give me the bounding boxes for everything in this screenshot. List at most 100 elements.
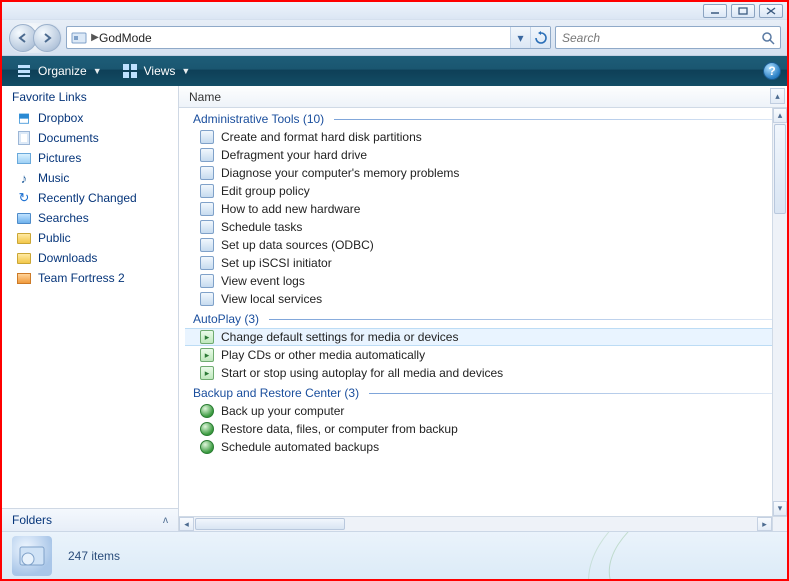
folder-icon: [16, 270, 32, 286]
sidebar-item-label: Documents: [38, 131, 99, 145]
list-item[interactable]: Play CDs or other media automatically: [185, 346, 772, 364]
address-dropdown-button[interactable]: ▾: [510, 27, 530, 48]
sidebar-item-documents[interactable]: Documents: [2, 128, 178, 148]
views-button[interactable]: Views ▼: [114, 60, 199, 82]
vertical-scrollbar[interactable]: ▴ ▾: [772, 108, 787, 516]
scroll-track[interactable]: [773, 215, 787, 501]
list[interactable]: Administrative Tools (10) Create and form…: [179, 108, 772, 516]
sidebar-item-music[interactable]: ♪Music: [2, 168, 178, 188]
search-icon: [761, 31, 776, 45]
scroll-up-button[interactable]: ▴: [770, 88, 785, 104]
scroll-thumb[interactable]: [774, 124, 786, 214]
control-panel-icon: [199, 165, 215, 181]
sidebar-item-label: Searches: [38, 211, 89, 225]
control-panel-icon: [199, 147, 215, 163]
list-item[interactable]: Set up data sources (ODBC): [185, 236, 772, 254]
organize-button[interactable]: Organize ▼: [8, 60, 110, 82]
scroll-right-icon[interactable]: ▸: [757, 517, 772, 531]
control-panel-icon: [199, 201, 215, 217]
search-input[interactable]: [560, 30, 761, 46]
folder-icon: [16, 230, 32, 246]
control-panel-icon: [199, 237, 215, 253]
favorite-links-header: Favorite Links: [2, 86, 178, 106]
scroll-thumb[interactable]: [195, 518, 345, 530]
list-item[interactable]: Defragment your hard drive: [185, 146, 772, 164]
list-item[interactable]: Change default settings for media or dev…: [185, 328, 772, 346]
control-panel-icon: [199, 129, 215, 145]
list-item[interactable]: Diagnose your computer's memory problems: [185, 164, 772, 182]
control-panel-icon: [199, 255, 215, 271]
sidebar-item-label: Team Fortress 2: [38, 271, 125, 285]
backup-icon: [199, 439, 215, 455]
group-title: Administrative Tools (10): [193, 112, 324, 126]
list-area: Administrative Tools (10) Create and form…: [179, 108, 787, 531]
horizontal-scrollbar[interactable]: ◂ ▸: [179, 516, 772, 531]
scroll-track[interactable]: [346, 517, 757, 531]
autoplay-icon: [199, 365, 215, 381]
list-item-label: Play CDs or other media automatically: [221, 348, 425, 362]
autoplay-icon: [199, 347, 215, 363]
sidebar-item-searches[interactable]: Searches: [2, 208, 178, 228]
sidebar-item-label: Pictures: [38, 151, 81, 165]
chevron-down-icon: ▼: [93, 66, 102, 76]
sidebar-item-dropbox[interactable]: ⬒Dropbox: [2, 108, 178, 128]
command-bar: Organize ▼ Views ▼ ?: [2, 56, 787, 86]
scroll-down-icon[interactable]: ▾: [773, 501, 787, 516]
search-box[interactable]: [555, 26, 781, 49]
sidebar-item-label: Recently Changed: [38, 191, 137, 205]
list-item[interactable]: Schedule tasks: [185, 218, 772, 236]
help-button[interactable]: ?: [763, 62, 781, 80]
sidebar-item-public[interactable]: Public: [2, 228, 178, 248]
backup-icon: [199, 403, 215, 419]
list-item-label: How to add new hardware: [221, 202, 360, 216]
list-item[interactable]: View event logs: [185, 272, 772, 290]
column-name-label: Name: [189, 90, 221, 104]
scroll-left-icon[interactable]: ◂: [179, 517, 194, 531]
organize-label: Organize: [38, 64, 87, 78]
column-header[interactable]: Name ▴: [179, 86, 787, 108]
document-icon: [16, 130, 32, 146]
group-header[interactable]: AutoPlay (3): [193, 312, 772, 326]
details-pane: 247 items: [2, 531, 787, 579]
sidebar-item-label: Music: [38, 171, 69, 185]
sidebar-item-downloads[interactable]: Downloads: [2, 248, 178, 268]
list-item[interactable]: How to add new hardware: [185, 200, 772, 218]
sidebar-item-team-fortress-2[interactable]: Team Fortress 2: [2, 268, 178, 288]
list-item[interactable]: Edit group policy: [185, 182, 772, 200]
search-folder-icon: [16, 210, 32, 226]
details-icon: [12, 536, 52, 576]
group-title: AutoPlay (3): [193, 312, 259, 326]
folders-label: Folders: [12, 513, 52, 527]
list-item[interactable]: Restore data, files, or computer from ba…: [185, 420, 772, 438]
item-count-label: 247 items: [68, 549, 120, 563]
folders-pane-header[interactable]: Folders ʌ: [2, 508, 178, 531]
list-item[interactable]: Create and format hard disk partitions: [185, 128, 772, 146]
list-item[interactable]: Set up iSCSI initiator: [185, 254, 772, 272]
breadcrumb-location[interactable]: GodMode: [99, 31, 510, 45]
scroll-up-icon[interactable]: ▴: [773, 108, 787, 123]
maximize-button[interactable]: [731, 4, 755, 18]
group-header[interactable]: Backup and Restore Center (3): [193, 386, 772, 400]
minimize-button[interactable]: [703, 4, 727, 18]
close-button[interactable]: [759, 4, 783, 18]
group-header[interactable]: Administrative Tools (10): [193, 112, 772, 126]
address-bar[interactable]: ▶ GodMode ▾: [66, 26, 551, 49]
list-item-label: Create and format hard disk partitions: [221, 130, 422, 144]
chevron-down-icon: ▼: [181, 66, 190, 76]
sidebar: Favorite Links ⬒Dropbox Documents Pictures…: [2, 86, 179, 531]
list-item-label: View local services: [221, 292, 322, 306]
forward-button[interactable]: [33, 24, 61, 52]
list-item-label: Schedule automated backups: [221, 440, 379, 454]
list-item-label: Back up your computer: [221, 404, 344, 418]
location-icon: [69, 28, 89, 48]
list-item[interactable]: Start or stop using autoplay for all med…: [185, 364, 772, 382]
autoplay-icon: [199, 329, 215, 345]
sidebar-item-pictures[interactable]: Pictures: [2, 148, 178, 168]
list-item[interactable]: Schedule automated backups: [185, 438, 772, 456]
list-item[interactable]: Back up your computer: [185, 402, 772, 420]
sidebar-item-recently-changed[interactable]: ↻ Recently Changed: [2, 188, 178, 208]
sidebar-item-label: Public: [38, 231, 71, 245]
refresh-button[interactable]: [530, 27, 550, 48]
list-item[interactable]: View local services: [185, 290, 772, 308]
recent-icon: ↻: [16, 190, 32, 206]
